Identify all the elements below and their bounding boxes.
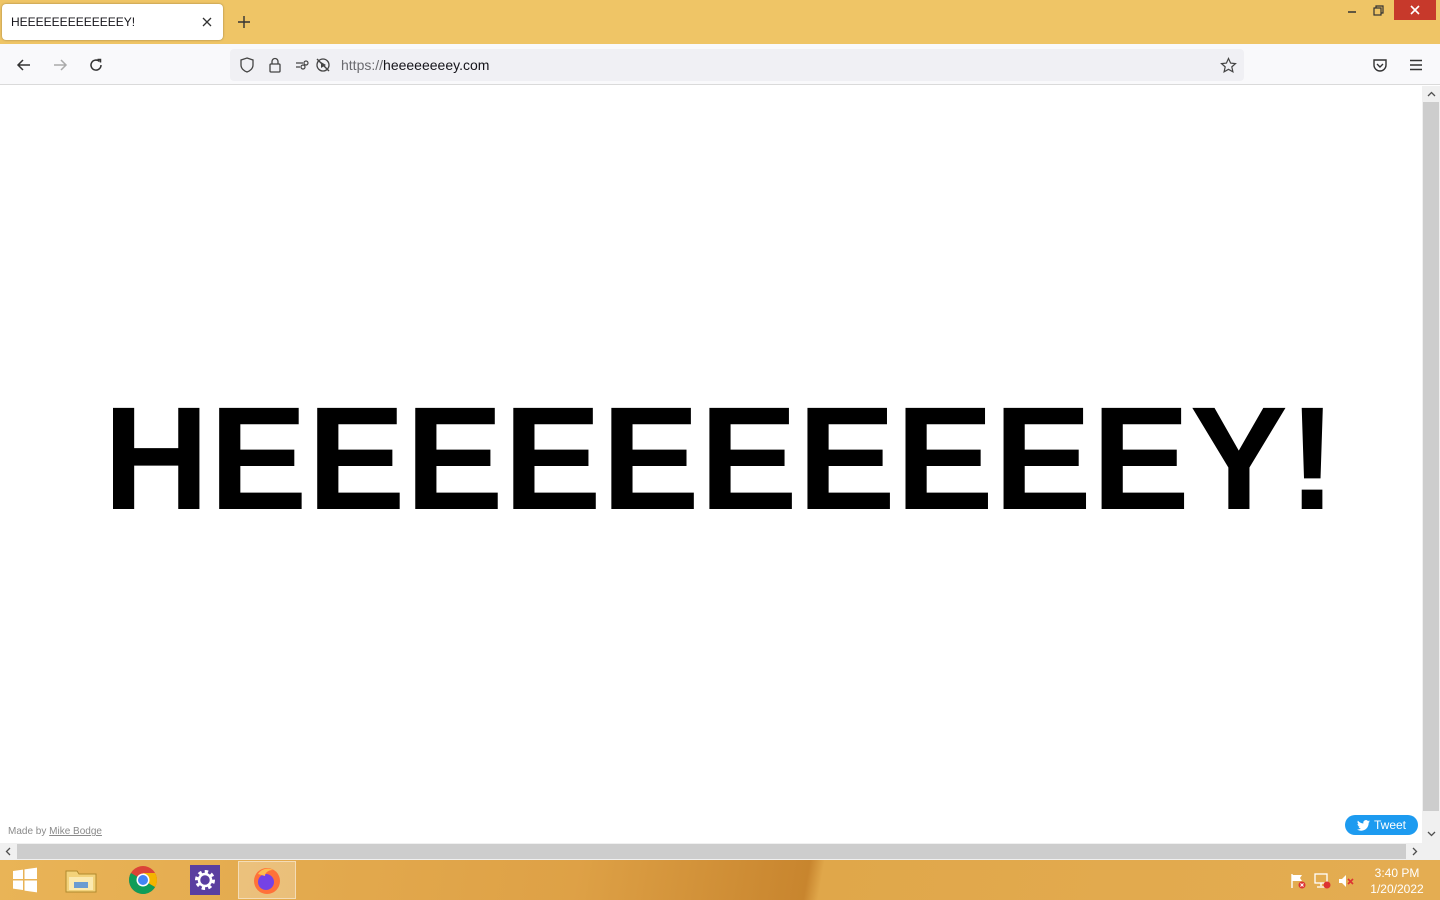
page-headline: HEEEEEEEEEEY! bbox=[103, 377, 1337, 541]
new-tab-button[interactable] bbox=[234, 12, 254, 32]
app-menu-button[interactable] bbox=[1403, 52, 1429, 78]
credit-prefix: Made by bbox=[8, 826, 50, 837]
credit-link[interactable]: Mike Bodge bbox=[49, 826, 102, 837]
twitter-bird-icon bbox=[1356, 819, 1370, 831]
permissions-icon[interactable] bbox=[294, 56, 312, 74]
tweet-label: Tweet bbox=[1373, 818, 1406, 832]
horizontal-scrollbar[interactable] bbox=[0, 843, 1440, 860]
action-center-flag-icon[interactable] bbox=[1289, 872, 1307, 890]
restore-button[interactable] bbox=[1361, 0, 1395, 20]
navigation-toolbar: https://heeeeeeeey.com bbox=[0, 44, 1440, 85]
tab-title: HEEEEEEEEEEEEEY! bbox=[11, 15, 136, 29]
forward-button[interactable] bbox=[47, 52, 73, 78]
windows-taskbar: 3:40 PM 1/20/2022 bbox=[0, 860, 1440, 900]
vertical-scroll-thumb[interactable] bbox=[1423, 102, 1439, 811]
tracking-protection-shield-icon[interactable] bbox=[238, 56, 256, 74]
reload-button[interactable] bbox=[83, 52, 109, 78]
system-clock[interactable]: 3:40 PM 1/20/2022 bbox=[1362, 865, 1432, 897]
horizontal-scroll-thumb[interactable] bbox=[17, 844, 1406, 859]
gear-icon bbox=[190, 865, 220, 895]
network-icon[interactable] bbox=[1313, 872, 1331, 890]
credit-line: Made by Mike Bodge bbox=[8, 826, 102, 837]
scroll-up-arrow-icon[interactable] bbox=[1423, 86, 1439, 102]
pocket-button[interactable] bbox=[1367, 52, 1393, 78]
autoplay-blocked-icon[interactable] bbox=[314, 56, 332, 74]
scroll-right-arrow-icon[interactable] bbox=[1407, 843, 1423, 859]
taskbar-firefox[interactable] bbox=[238, 861, 296, 899]
url-protocol: https:// bbox=[341, 57, 384, 73]
bookmark-star-icon[interactable] bbox=[1219, 56, 1237, 74]
scroll-left-arrow-icon[interactable] bbox=[0, 843, 16, 859]
tab-close-icon[interactable] bbox=[197, 12, 217, 32]
lock-icon[interactable] bbox=[266, 56, 284, 74]
windows-logo-icon bbox=[13, 867, 37, 893]
vertical-scrollbar[interactable] bbox=[1422, 86, 1440, 843]
browser-titlebar: HEEEEEEEEEEEEEY! bbox=[0, 0, 1440, 44]
taskbar-settings[interactable] bbox=[176, 861, 234, 899]
taskbar-chrome[interactable] bbox=[114, 861, 172, 899]
taskbar-file-explorer[interactable] bbox=[52, 861, 110, 899]
start-button[interactable] bbox=[0, 861, 50, 899]
page-content: HEEEEEEEEEEY! Made by Mike Bodge Tweet bbox=[0, 86, 1422, 843]
url-text[interactable]: https://heeeeeeeey.com bbox=[341, 57, 489, 73]
clock-time: 3:40 PM bbox=[1374, 866, 1420, 880]
back-button[interactable] bbox=[11, 52, 37, 78]
close-window-button[interactable] bbox=[1394, 0, 1436, 20]
folder-icon bbox=[65, 870, 97, 893]
tab-active[interactable]: HEEEEEEEEEEEEEY! bbox=[2, 4, 223, 40]
scroll-down-arrow-icon[interactable] bbox=[1423, 826, 1439, 842]
clock-date: 1/20/2022 bbox=[1370, 882, 1424, 896]
volume-muted-icon[interactable] bbox=[1337, 872, 1355, 890]
tweet-button[interactable]: Tweet bbox=[1345, 815, 1418, 835]
address-bar[interactable]: https://heeeeeeeey.com bbox=[230, 49, 1244, 81]
chrome-icon bbox=[129, 866, 157, 894]
url-domain: heeeeeeeey.com bbox=[383, 57, 490, 73]
firefox-icon bbox=[254, 868, 280, 894]
